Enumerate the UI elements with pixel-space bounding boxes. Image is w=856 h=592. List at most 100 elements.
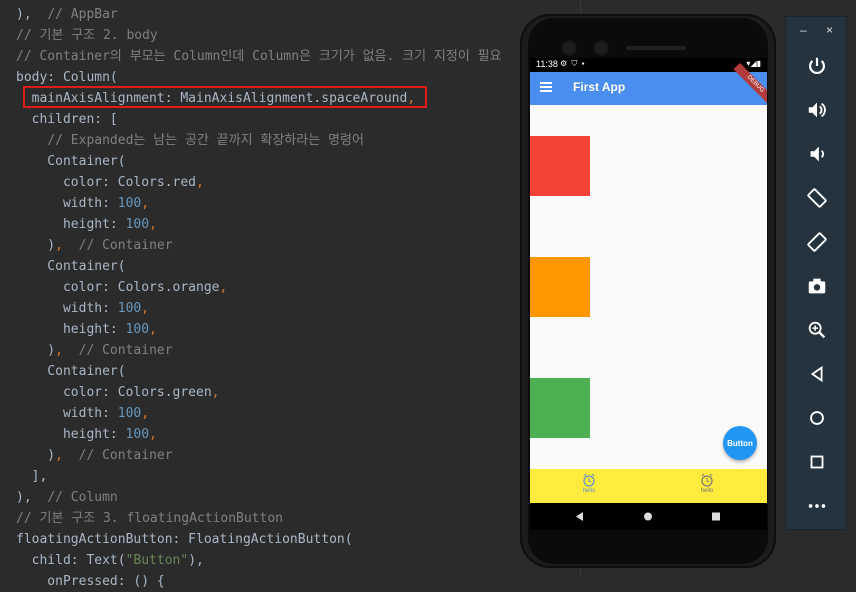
system-recents-icon[interactable] [701,503,731,530]
code-token: // 기본 구조 2. body [16,28,158,43]
code-line[interactable]: Container( [16,256,502,277]
menu-icon[interactable] [540,82,552,92]
code-token: // AppBar [47,7,118,22]
overview-button[interactable] [802,447,832,477]
bottom-nav-item-2[interactable]: hello [687,472,727,494]
code-line[interactable]: onPressed: () { [16,571,502,592]
more-button[interactable] [802,491,832,521]
code-token: Container( [16,259,126,274]
overview-icon [810,455,824,469]
orange-container [530,257,590,317]
code-token: ], [16,469,48,484]
code-line[interactable]: height: 100, [16,424,502,445]
code-token: , [149,322,157,337]
code-token: , [149,217,157,232]
code-token: // Column [47,490,118,505]
code-token: 100 [117,301,142,316]
home-button[interactable] [802,403,832,433]
bottom-nav-item-1[interactable]: hello [569,472,609,494]
power-icon [809,57,825,75]
volume-down-button[interactable] [802,139,832,169]
system-home-icon[interactable] [633,503,663,530]
app-title: First App [573,80,626,94]
code-line[interactable]: // 기본 구조 3. floatingActionButton [16,508,502,529]
code-token: onPressed: () { [16,574,165,589]
zoom-icon [808,321,826,339]
more-icon [808,504,826,508]
code-token: // Container [78,238,173,253]
code-line[interactable]: floatingActionButton: FloatingActionButt… [16,529,502,550]
code-line[interactable]: ), // Container [16,235,502,256]
rotate-right-icon [807,232,827,252]
code-token: , [141,301,150,316]
code-line[interactable]: width: 100, [16,193,502,214]
code-token: ), [16,490,48,505]
rotate-left-button[interactable] [802,183,832,213]
code-token: ) [16,448,56,463]
code-line[interactable]: height: 100, [16,319,502,340]
code-line[interactable]: ), // Container [16,445,502,466]
minimize-button[interactable]: – [800,23,807,37]
code-token: 100 [125,217,150,232]
code-token: color: Colors.green [16,385,212,400]
code-line[interactable]: child: Text("Button"), [16,550,502,571]
code-line[interactable]: // Container의 부모는 Column인데 Column은 크기가 없… [16,46,502,67]
code-line[interactable]: height: 100, [16,214,502,235]
code-token: , [141,406,150,421]
code-token: ) [16,343,56,358]
red-container [530,136,590,196]
code-line[interactable]: children: [ [16,109,502,130]
rotate-right-button[interactable] [802,227,832,257]
volume-up-button[interactable] [802,95,832,125]
code-line[interactable]: Container( [16,361,502,382]
volume-down-icon [810,146,824,162]
code-token: height: [16,217,126,232]
code-line[interactable]: color: Colors.green, [16,382,502,403]
code-token: , [196,175,204,190]
system-back-icon[interactable] [564,503,594,530]
code-token: // Container [78,343,173,358]
code-line[interactable]: color: Colors.red, [16,172,502,193]
code-line[interactable]: width: 100, [16,298,502,319]
code-token: 100 [117,196,142,211]
status-bar: 11:38 ⚙ ⛉ ▪ ▾◢▮ [530,58,767,72]
code-token: , [149,427,157,442]
code-line[interactable]: ], [16,466,502,487]
code-token: // 기본 구조 3. floatingActionButton [16,511,283,526]
screenshot-button[interactable] [802,271,832,301]
back-icon [810,365,823,383]
bottom-nav-label-2: hello [700,488,714,494]
code-line[interactable]: Container( [16,151,502,172]
close-button[interactable]: × [826,23,833,37]
bottom-navigation-bar: hello hello [530,469,767,503]
code-token: Container( [16,154,126,169]
code-line[interactable]: width: 100, [16,403,502,424]
code-token: width: [16,406,118,421]
code-line[interactable]: // 기본 구조 2. body [16,25,502,46]
code-line[interactable]: // Expanded는 남는 공간 끝까지 확장하라는 명령어 [16,130,502,151]
code-line[interactable]: body: Column( [16,67,502,88]
code-line[interactable]: ), // AppBar [16,4,502,25]
code-token: body: Column( [16,70,118,85]
code-line[interactable]: ), // Column [16,487,502,508]
zoom-button[interactable] [802,315,832,345]
code-line[interactable]: color: Colors.orange, [16,277,502,298]
emulator-toolbar: – × [785,16,847,530]
phone-screen[interactable]: 11:38 ⚙ ⛉ ▪ ▾◢▮ First App DEBUG Button h… [530,58,767,530]
code-token: children: [ [16,112,118,127]
code-token: color: Colors.red [16,175,197,190]
code-token: floatingActionButton: FloatingActionButt… [16,532,353,547]
bottom-nav-label-1: hello [582,488,596,494]
code-token: "Button" [125,553,189,568]
code-token: height: [16,427,126,442]
power-button[interactable] [802,51,832,81]
speaker-grille [626,46,686,50]
code-token: , [55,343,63,358]
floating-action-button[interactable]: Button [723,426,757,460]
camera-icon [808,278,826,294]
code-line[interactable]: ), // Container [16,340,502,361]
back-button[interactable] [802,359,832,389]
